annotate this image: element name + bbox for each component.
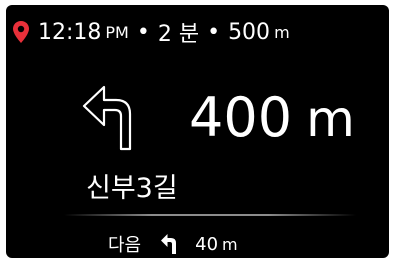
next-label: 다음 bbox=[108, 235, 142, 256]
divider bbox=[64, 214, 356, 216]
remaining-time: 2 분 bbox=[157, 22, 200, 47]
map-pin-icon bbox=[12, 20, 30, 44]
turn-left-arrow-icon bbox=[79, 82, 149, 152]
navigation-screen: 12:18 PM • 2 분 • 500 m 400 m 신부3길 다음 40 … bbox=[6, 5, 389, 258]
maneuver-distance-value: 400 bbox=[189, 86, 293, 149]
next-distance-value: 40 bbox=[195, 233, 219, 255]
maneuver-distance-unit: m bbox=[306, 90, 355, 148]
remaining-distance-value: 500 bbox=[228, 19, 271, 45]
arrival-time: 12:18 bbox=[38, 19, 102, 45]
status-bar: 12:18 PM • 2 분 • 500 m bbox=[12, 17, 290, 47]
maneuver-distance: 400 m bbox=[189, 83, 355, 153]
arrival-ampm: PM bbox=[105, 22, 129, 42]
remaining-distance-unit: m bbox=[274, 22, 290, 42]
status-separator: • bbox=[207, 19, 221, 45]
status-separator: • bbox=[136, 19, 150, 45]
next-maneuver: 다음 40 m bbox=[108, 231, 238, 257]
street-name: 신부3길 bbox=[86, 173, 178, 204]
next-distance-unit: m bbox=[222, 234, 238, 254]
next-turn-left-icon bbox=[159, 233, 181, 255]
